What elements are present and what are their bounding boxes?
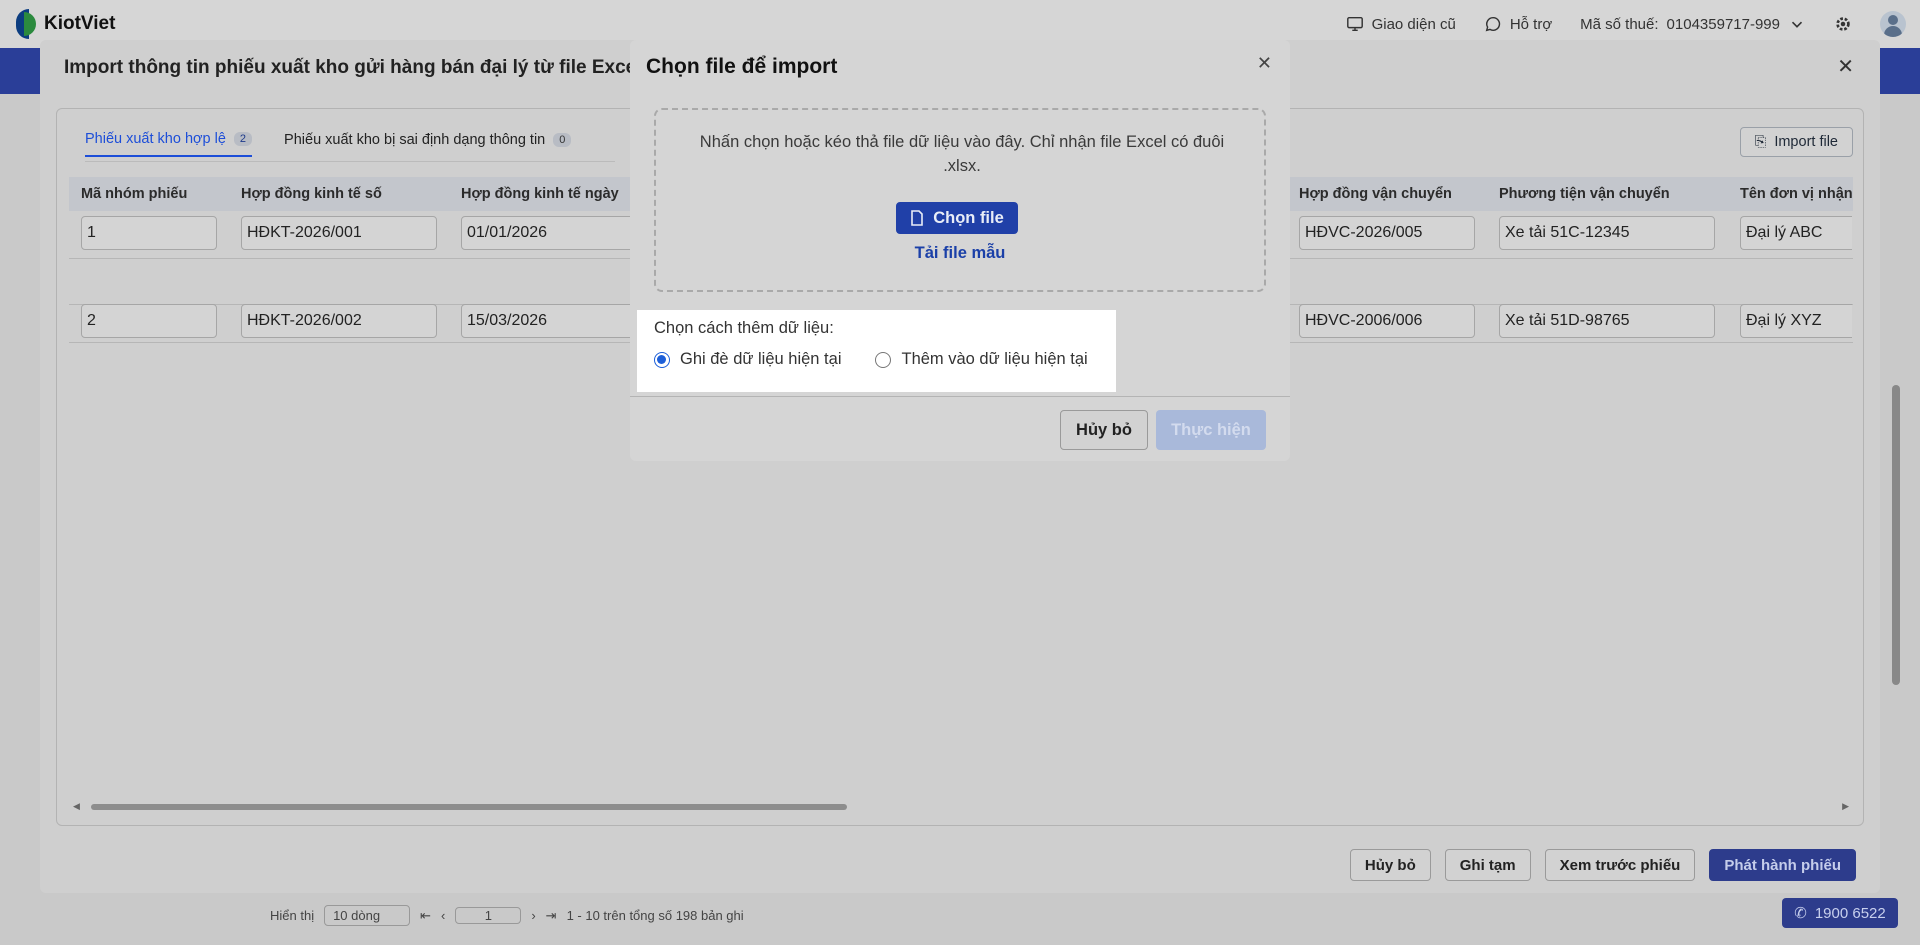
count-badge: 0: [553, 133, 572, 147]
count-badge: 2: [233, 132, 253, 146]
chat-icon: ✆: [1794, 905, 1807, 922]
scroll-right-icon[interactable]: ▶: [1842, 801, 1849, 812]
column-header: Hợp đồng vận chuyển: [1299, 186, 1452, 202]
next-page-icon[interactable]: ›: [531, 908, 535, 923]
group-code-input[interactable]: 1: [81, 216, 217, 250]
import-mode-box: Chọn cách thêm dữ liệu: Ghi đè dữ liệu h…: [637, 310, 1116, 392]
tab-invalid-slips[interactable]: Phiếu xuất kho bị sai định dạng thông ti…: [284, 123, 572, 157]
cancel-button[interactable]: Hủy bỏ: [1349, 849, 1431, 881]
overwrite-label[interactable]: Ghi đè dữ liệu hiện tại: [680, 350, 841, 369]
page-number-input[interactable]: 1: [455, 907, 522, 924]
overwrite-radio[interactable]: [654, 351, 670, 368]
contract-number-input[interactable]: HĐKT-2026/001: [241, 216, 437, 250]
dialog-divider: [630, 396, 1290, 397]
dialog-cancel-button[interactable]: Hủy bỏ: [1060, 410, 1148, 450]
import-modal-title: Import thông tin phiếu xuất kho gửi hàng…: [64, 57, 642, 78]
prev-page-icon[interactable]: ‹: [441, 908, 445, 923]
first-page-icon[interactable]: ⇤: [420, 908, 431, 924]
pagination-summary: 1 - 10 trên tổng số 198 bản ghi: [566, 908, 744, 923]
hotline-button[interactable]: ✆ 1900 6522: [1782, 898, 1898, 928]
close-icon[interactable]: ✕: [1257, 53, 1272, 74]
tab-valid-slips[interactable]: Phiếu xuất kho hợp lệ 2: [85, 123, 253, 157]
receiver-name-input[interactable]: Đại lý ABC: [1740, 216, 1852, 250]
column-header: Mã nhóm phiếu: [81, 186, 188, 202]
monitor-icon: [1346, 16, 1363, 32]
vehicle-input[interactable]: Xe tải 51C-12345: [1499, 216, 1715, 250]
column-header: Tên đơn vị nhận: [1740, 186, 1853, 202]
contract-number-input[interactable]: HĐKT-2026/002: [241, 304, 437, 338]
import-mode-label: Chọn cách thêm dữ liệu:: [654, 319, 834, 337]
group-code-input[interactable]: 2: [81, 304, 217, 338]
import-file-label: Import file: [1774, 134, 1838, 150]
gear-icon[interactable]: [1834, 15, 1852, 33]
pagination-bar: Hiển thị 10 dòng ⇤ ‹ 1 › ⇥ 1 - 10 trên t…: [270, 905, 744, 926]
page-scrollbar[interactable]: [1892, 385, 1900, 685]
last-page-icon[interactable]: ⇥: [546, 908, 557, 924]
file-icon: [911, 210, 924, 226]
old-ui-label: Giao diện cũ: [1371, 15, 1456, 33]
chat-icon: [1485, 16, 1501, 32]
old-ui-link[interactable]: Giao diện cũ: [1346, 15, 1456, 33]
issue-button[interactable]: Phát hành phiếu: [1709, 849, 1856, 881]
dropzone-text: Nhấn chọn hoặc kéo thả file dữ liệu vào …: [699, 133, 1225, 175]
logo[interactable]: KiotViet: [16, 9, 115, 39]
tax-code-selector[interactable]: Mã số thuế: 0104359717-999: [1580, 15, 1806, 33]
tax-code-label: Mã số thuế:: [1580, 15, 1659, 33]
dialog-title: Chọn file để import: [646, 55, 838, 78]
contract-date-input[interactable]: 01/01/2026: [461, 216, 641, 250]
choose-file-label: Chọn file: [933, 208, 1004, 227]
execute-button[interactable]: Thực hiện: [1156, 410, 1266, 450]
tax-code-value: 0104359717-999: [1666, 15, 1780, 33]
receiver-name-input[interactable]: Đại lý XYZ: [1740, 304, 1852, 338]
choose-file-dialog: Chọn file để import ✕ Nhấn chọn hoặc kéo…: [630, 40, 1290, 461]
save-draft-button[interactable]: Ghi tạm: [1444, 849, 1531, 881]
column-header: Hợp đồng kinh tế số: [241, 186, 382, 202]
kiotviet-logo-icon: [16, 9, 38, 39]
user-avatar[interactable]: [1880, 11, 1906, 37]
tab-label: Phiếu xuất kho hợp lệ: [85, 131, 226, 147]
download-template-link[interactable]: Tải file mẫu: [656, 244, 1264, 263]
tab-divider: [85, 161, 615, 162]
close-icon[interactable]: ✕: [1837, 54, 1854, 79]
append-label[interactable]: Thêm vào dữ liệu hiện tại: [901, 350, 1087, 369]
transport-contract-input[interactable]: HĐVC-2026/005: [1299, 216, 1475, 250]
append-radio[interactable]: [875, 351, 892, 368]
column-header: Phương tiện vận chuyển: [1499, 186, 1670, 202]
support-link[interactable]: Hỗ trợ: [1484, 15, 1552, 33]
import-file-button[interactable]: ⎘ Import file: [1739, 127, 1853, 157]
vehicle-input[interactable]: Xe tải 51D-98765: [1499, 304, 1715, 338]
chevron-down-icon: [1791, 21, 1803, 28]
support-label: Hỗ trợ: [1509, 15, 1553, 33]
hotline-number: 1900 6522: [1814, 904, 1886, 922]
contract-date-input[interactable]: 15/03/2026: [461, 304, 641, 338]
page-size-select[interactable]: 10 dòng: [324, 905, 411, 926]
choose-file-button[interactable]: Chọn file: [896, 202, 1018, 234]
tab-label: Phiếu xuất kho bị sai định dạng thông ti…: [284, 132, 546, 148]
preview-button[interactable]: Xem trước phiếu: [1544, 849, 1696, 881]
column-header: Hợp đồng kinh tế ngày: [461, 186, 619, 202]
file-dropzone[interactable]: Nhấn chọn hoặc kéo thả file dữ liệu vào …: [654, 108, 1266, 292]
page-size-label: Hiển thị: [270, 908, 315, 923]
logo-text: KiotViet: [44, 13, 116, 34]
horizontal-scrollbar[interactable]: [91, 804, 847, 810]
import-icon: ⎘: [1754, 134, 1767, 150]
transport-contract-input[interactable]: HĐVC-2006/006: [1299, 304, 1475, 338]
scroll-left-icon[interactable]: ◀: [73, 801, 80, 812]
